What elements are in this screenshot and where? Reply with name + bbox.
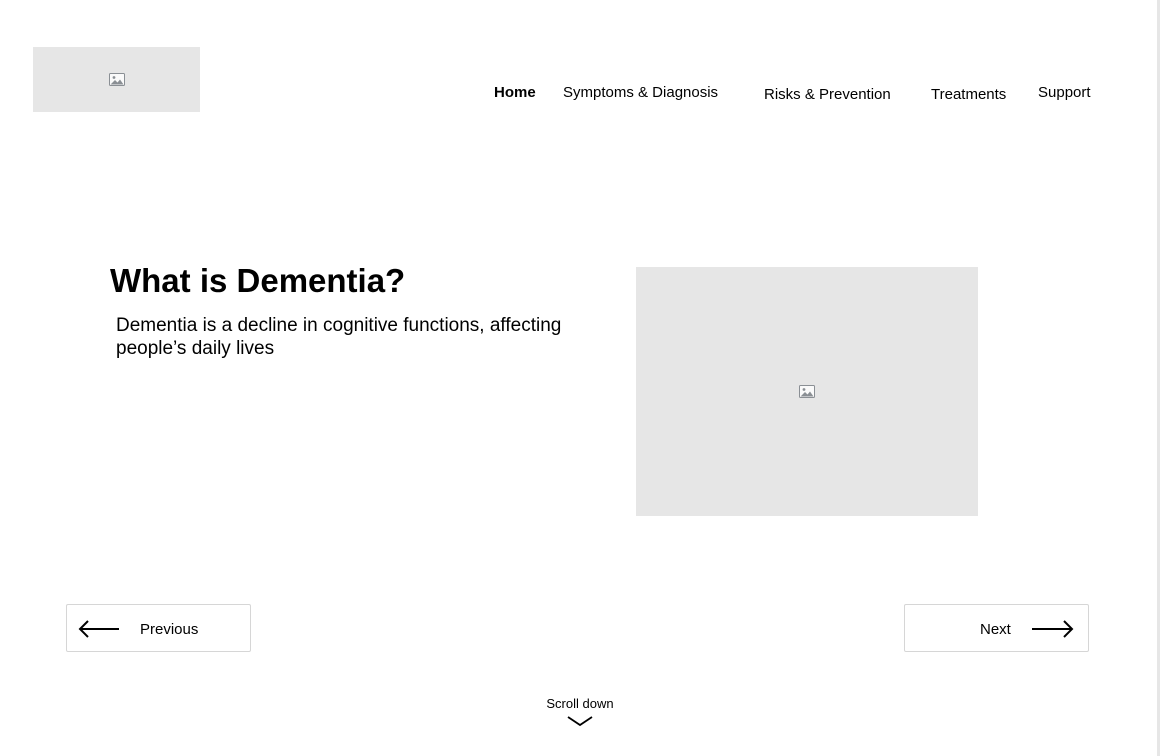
scroll-down-label: Scroll down bbox=[546, 696, 614, 711]
scroll-down[interactable]: Scroll down bbox=[530, 696, 630, 727]
page-description: Dementia is a decline in cognitive funct… bbox=[116, 315, 562, 359]
arrow-left-icon bbox=[77, 619, 121, 644]
next-label: Next bbox=[980, 621, 1011, 638]
hero-image bbox=[636, 267, 978, 516]
previous-button[interactable]: Previous bbox=[66, 604, 251, 652]
nav-item-home[interactable]: Home bbox=[494, 84, 536, 101]
image-placeholder-icon bbox=[108, 73, 125, 86]
image-placeholder-icon bbox=[799, 385, 815, 398]
previous-label: Previous bbox=[140, 621, 199, 638]
nav-item-risks-prevention[interactable]: Risks & Prevention bbox=[764, 86, 891, 103]
next-button[interactable]: Next bbox=[904, 604, 1089, 652]
chevron-down-icon bbox=[567, 716, 593, 727]
page-title: What is Dementia? bbox=[110, 262, 406, 299]
nav-item-support[interactable]: Support bbox=[1038, 84, 1091, 101]
site-logo[interactable] bbox=[33, 47, 200, 112]
nav-item-symptoms-diagnosis[interactable]: Symptoms & Diagnosis bbox=[563, 84, 718, 101]
arrow-right-icon bbox=[1030, 619, 1076, 644]
nav-item-treatments[interactable]: Treatments bbox=[931, 86, 1006, 103]
